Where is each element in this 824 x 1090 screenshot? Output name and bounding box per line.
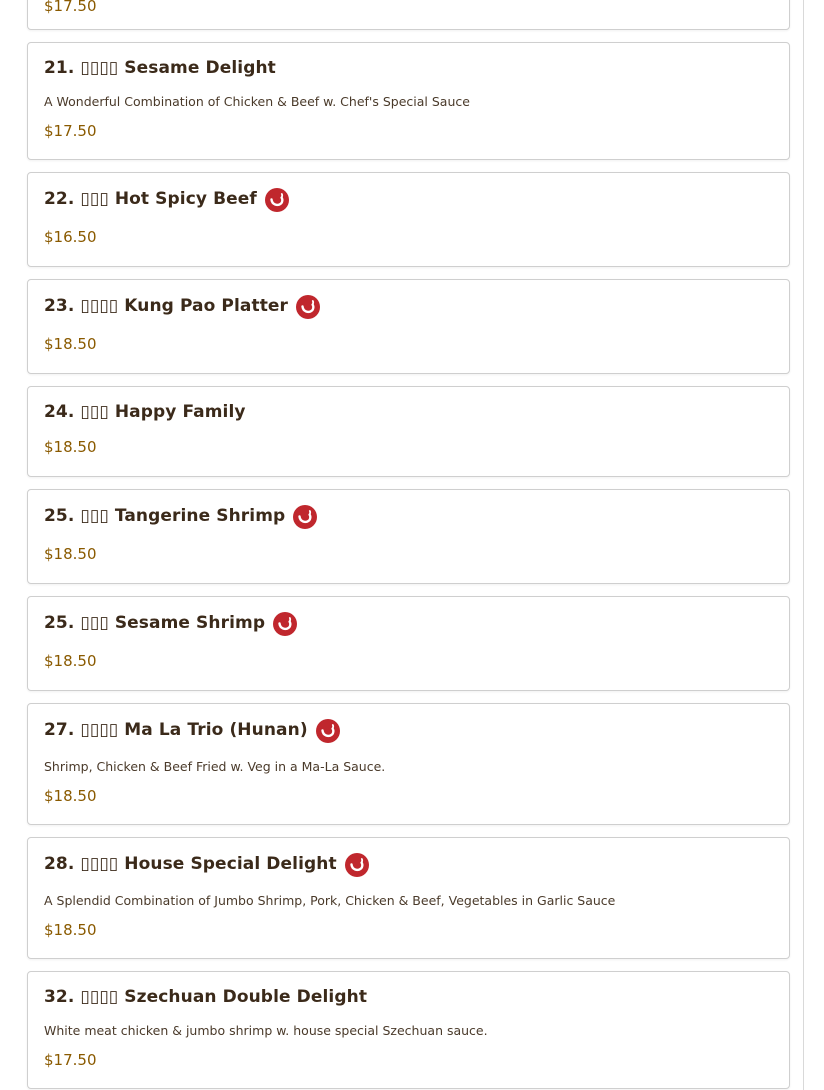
item-price: $17.50 (44, 122, 97, 140)
item-description: White meat chicken & jumbo shrimp w. hou… (44, 1023, 488, 1038)
menu-item-card[interactable]: 23. ▯▯▯▯ Kung Pao Platter $18.50 (27, 279, 790, 374)
item-description: A Splendid Combination of Jumbo Shrimp, … (44, 893, 616, 908)
item-price: $18.50 (44, 921, 97, 939)
chili-pepper-icon (293, 505, 318, 529)
item-price: $16.50 (44, 228, 97, 246)
item-description: A Wonderful Combination of Chicken & Bee… (44, 94, 470, 109)
item-title: 22. ▯▯▯ Hot Spicy Beef (44, 189, 257, 209)
scroll-divider (803, 0, 804, 1090)
item-title: 32. ▯▯▯▯ Szechuan Double Delight (44, 987, 368, 1007)
item-title: 23. ▯▯▯▯ Kung Pao Platter (44, 296, 289, 316)
menu-item-card[interactable]: 25. ▯▯▯ Sesame Shrimp $18.50 (27, 596, 790, 691)
chili-pepper-icon (296, 295, 321, 319)
item-price: $17.50 (44, 0, 97, 15)
item-title: 25. ▯▯▯ Sesame Shrimp (44, 613, 266, 633)
menu-item-card[interactable]: 25. ▯▯▯ Tangerine Shrimp $18.50 (27, 489, 790, 584)
chili-pepper-icon (344, 853, 369, 877)
menu-item-card-partial[interactable]: $17.50 (27, 0, 790, 30)
item-price: $18.50 (44, 438, 97, 456)
item-title: 24. ▯▯▯ Happy Family (44, 402, 246, 422)
menu-item-card[interactable]: 22. ▯▯▯ Hot Spicy Beef $16.50 (27, 172, 790, 267)
item-price: $17.50 (44, 1051, 97, 1069)
chili-pepper-icon (315, 719, 340, 743)
item-title: 28. ▯▯▯▯ House Special Delight (44, 854, 337, 874)
menu-item-card[interactable]: 21. ▯▯▯▯ Sesame Delight A Wonderful Comb… (27, 42, 790, 160)
item-price: $18.50 (44, 787, 97, 805)
item-title: 27. ▯▯▯▯ Ma La Trio (Hunan) (44, 720, 308, 740)
menu-item-card[interactable]: 24. ▯▯▯ Happy Family $18.50 (27, 386, 790, 477)
item-price: $18.50 (44, 652, 97, 670)
item-price: $18.50 (44, 335, 97, 353)
menu-item-card[interactable]: 32. ▯▯▯▯ Szechuan Double Delight White m… (27, 971, 790, 1089)
item-price: $18.50 (44, 545, 97, 563)
menu-item-card[interactable]: 27. ▯▯▯▯ Ma La Trio (Hunan) Shrimp, Chic… (27, 703, 790, 825)
item-title: 25. ▯▯▯ Tangerine Shrimp (44, 506, 286, 526)
chili-pepper-icon (264, 188, 289, 212)
menu-item-card[interactable]: 28. ▯▯▯▯ House Special Delight A Splendi… (27, 837, 790, 959)
menu-page: $17.50 21. ▯▯▯▯ Sesame Delight A Wonderf… (0, 0, 824, 1090)
chili-pepper-icon (273, 612, 298, 636)
item-title: 21. ▯▯▯▯ Sesame Delight (44, 58, 276, 78)
item-description: Shrimp, Chicken & Beef Fried w. Veg in a… (44, 759, 386, 774)
